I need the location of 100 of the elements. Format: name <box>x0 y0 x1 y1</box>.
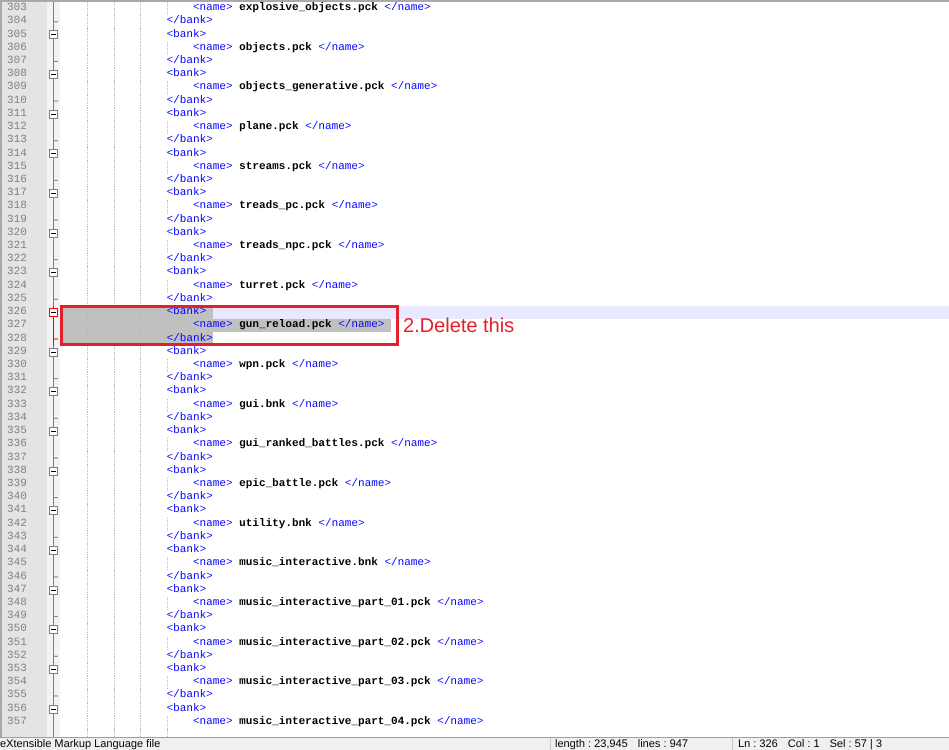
line-number: 332 <box>7 385 27 398</box>
minus-box-icon[interactable] <box>49 427 58 436</box>
status-file-type: eXtensible Markup Language file <box>0 738 160 750</box>
minus-box-icon[interactable] <box>49 625 58 634</box>
minus-box-icon[interactable] <box>49 30 58 40</box>
code-line: <name> explosive_objects.pck </name> <box>192 2 431 15</box>
code-line: </bank> <box>166 134 213 148</box>
code-line: <name> objects_generative.pck </name> <box>192 81 438 94</box>
code-line: <bank> <box>166 187 206 200</box>
code-line: </bank> <box>166 650 213 663</box>
code-line: <name> turret.pck </name> <box>192 280 358 293</box>
minus-box-icon[interactable] <box>49 149 58 158</box>
line-number: 329 <box>7 346 27 359</box>
line-number: 352 <box>7 650 27 663</box>
line-number: 354 <box>7 676 27 690</box>
code-line: <bank> <box>166 464 206 478</box>
code-line: <bank> <box>166 544 206 558</box>
line-number: 327 <box>7 319 27 332</box>
code-line: </bank> <box>166 15 213 28</box>
minus-box-icon[interactable] <box>49 704 58 714</box>
line-number: 335 <box>7 425 27 438</box>
code-line: </bank> <box>166 372 213 385</box>
code-line: <name> treads_pc.pck </name> <box>192 200 378 214</box>
code-line: <name> epic_battle.pck </name> <box>192 478 392 491</box>
line-number: 336 <box>7 438 27 452</box>
status-length: length : 23,945 <box>555 738 628 750</box>
code-line: <bank> <box>166 584 206 597</box>
minus-box-icon[interactable] <box>49 586 58 595</box>
code-line: </bank> <box>166 54 213 68</box>
code-line: </bank> <box>166 452 213 465</box>
minus-box-icon[interactable] <box>49 466 58 476</box>
code-line: <bank> <box>166 108 206 121</box>
line-number: 304 <box>7 15 27 28</box>
code-line: </bank> <box>166 689 213 702</box>
code-line: </bank> <box>166 332 213 346</box>
line-number: 328 <box>7 332 27 346</box>
code-line: <name> wpn.pck </name> <box>192 359 338 372</box>
status-selection: Sel : 57 | 3 <box>830 738 882 750</box>
code-line: <name> music_interactive_part_03.pck </name> <box>192 676 484 689</box>
minus-box-icon[interactable] <box>49 268 58 278</box>
minus-box-icon[interactable] <box>49 228 58 238</box>
line-number: 344 <box>7 544 27 558</box>
line-number: 337 <box>7 452 27 465</box>
minus-box-icon[interactable] <box>49 189 58 198</box>
code-line: </bank> <box>166 94 213 108</box>
minus-box-icon[interactable] <box>49 110 58 119</box>
line-number: 331 <box>7 372 27 386</box>
code-line: <name> utility.bnk </name> <box>192 518 365 531</box>
code-line: <bank> <box>166 306 206 320</box>
code-line: </bank> <box>166 530 213 544</box>
line-number: 307 <box>7 54 27 68</box>
line-number: 355 <box>7 689 27 702</box>
code-line: <bank> <box>166 266 206 280</box>
minus-box-icon[interactable] <box>49 506 58 516</box>
code-line: <name> music_interactive.bnk </name> <box>192 557 431 570</box>
line-number: 324 <box>7 280 27 293</box>
code-line: <name> music_interactive_part_02.pck </name> <box>192 636 484 650</box>
line-number: 340 <box>7 491 27 504</box>
code-line: <bank> <box>166 504 206 518</box>
code-line: <name> gui.bnk </name> <box>192 398 338 412</box>
status-line: Ln : 326 <box>738 738 778 750</box>
code-line: <name> gun_reload.pck </name> <box>192 319 384 332</box>
minus-box-icon[interactable] <box>49 387 58 396</box>
line-number: 311 <box>7 108 27 121</box>
line-number: 348 <box>7 596 27 610</box>
line-number: 312 <box>7 121 27 134</box>
line-number: 313 <box>7 134 27 148</box>
code-line: <bank> <box>166 663 206 676</box>
code-line: <bank> <box>166 623 206 636</box>
line-number: 333 <box>7 398 27 412</box>
code-line: <name> music_interactive_part_01.pck </name> <box>192 596 484 610</box>
status-lines: lines : 947 <box>638 738 688 750</box>
line-number: 306 <box>7 42 27 55</box>
line-number: 326 <box>7 306 27 320</box>
code-line: <name> treads_npc.pck </name> <box>192 240 384 253</box>
code-line: <bank> <box>166 425 206 438</box>
annotation-text: 2.Delete this <box>403 314 514 338</box>
minus-box-icon[interactable] <box>49 70 58 80</box>
minus-box-icon[interactable] <box>49 664 58 674</box>
code-line: </bank> <box>166 570 213 584</box>
line-number: 319 <box>7 214 27 227</box>
line-number: 338 <box>7 464 27 478</box>
code-line: <name> gui_ranked_battles.pck </name> <box>192 438 438 452</box>
minus-box-icon[interactable] <box>49 308 58 318</box>
line-number: 341 <box>7 504 27 518</box>
line-number: 334 <box>7 412 27 425</box>
line-number: 325 <box>7 292 27 306</box>
status-column: Col : 1 <box>788 738 820 750</box>
line-number: 349 <box>7 610 27 624</box>
line-number: 356 <box>7 702 27 716</box>
code-line: </bank> <box>166 412 213 425</box>
line-number: 350 <box>7 623 27 636</box>
line-number: 305 <box>7 28 27 42</box>
code-line: </bank> <box>166 174 213 187</box>
line-number: 339 <box>7 478 27 491</box>
line-number: 321 <box>7 240 27 254</box>
code-line: <bank> <box>166 702 206 716</box>
line-number: 357 <box>7 716 27 729</box>
minus-box-icon[interactable] <box>49 348 58 357</box>
minus-box-icon[interactable] <box>49 546 58 555</box>
